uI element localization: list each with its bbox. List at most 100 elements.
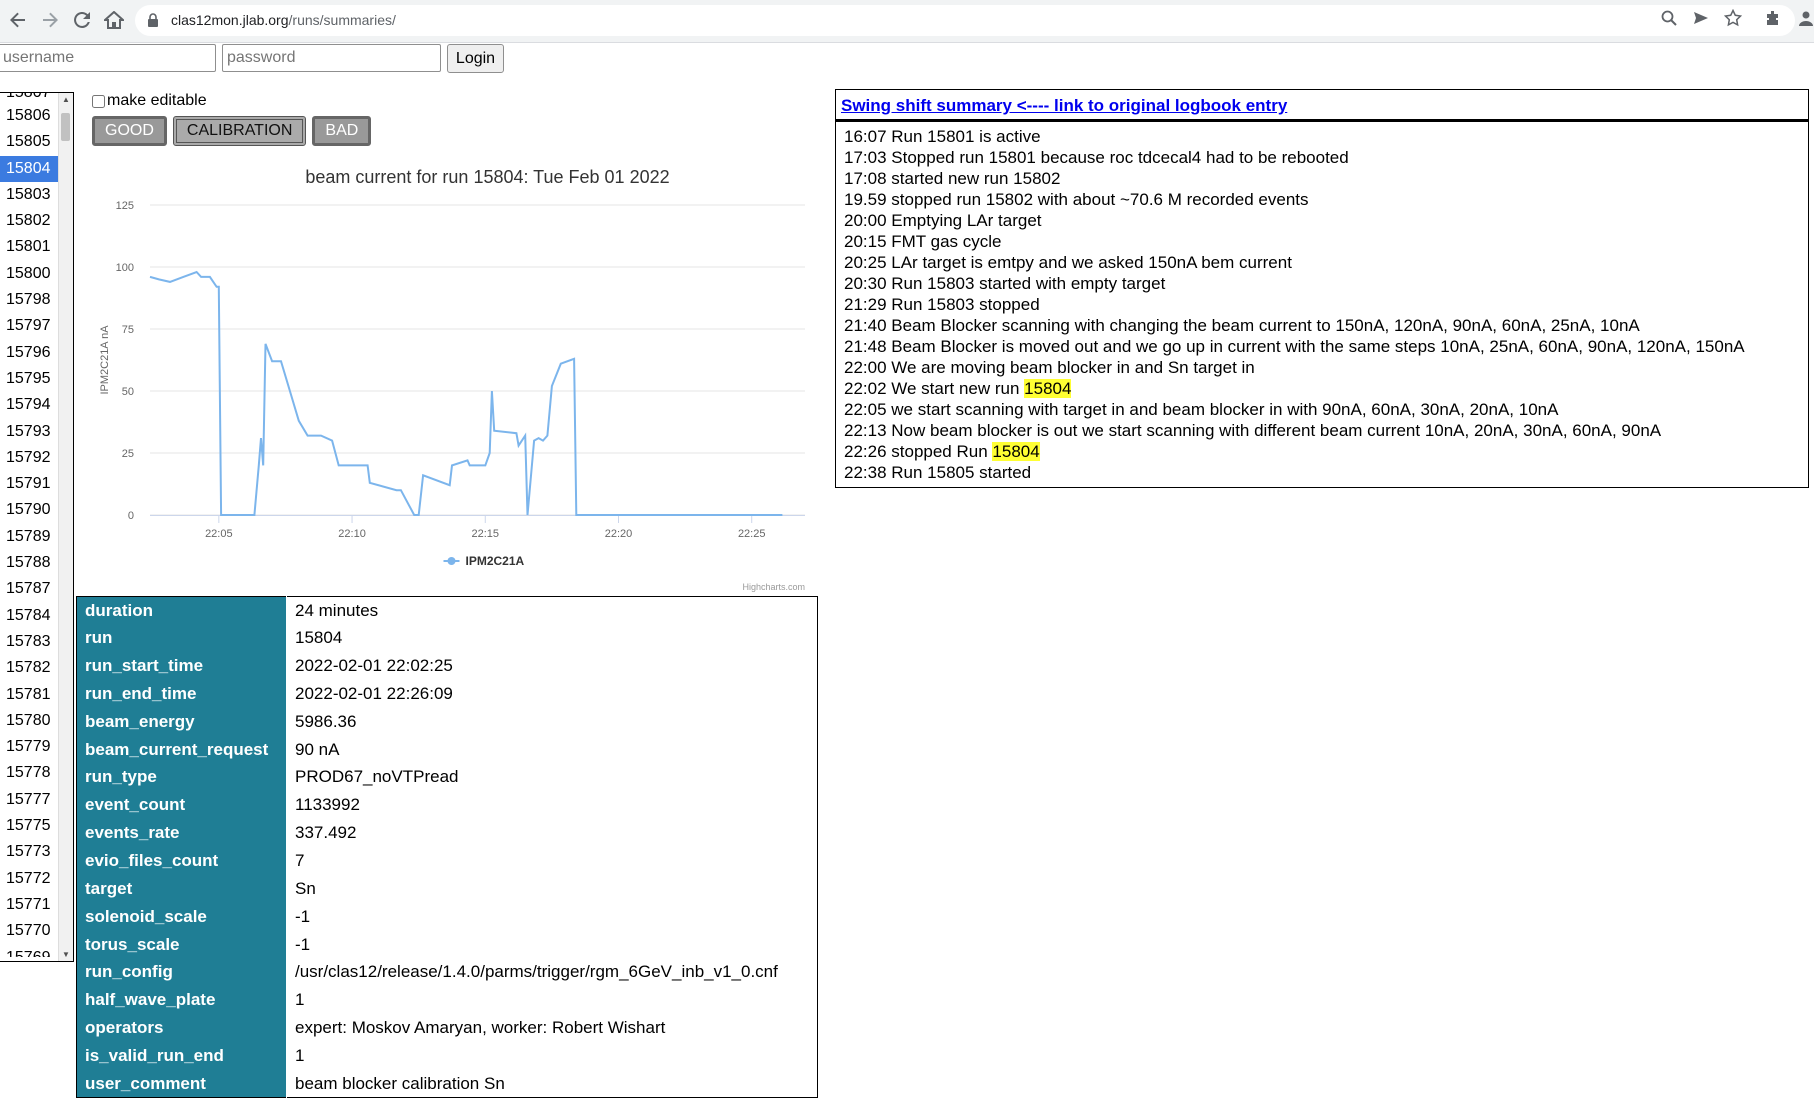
summary-value: 1 [286, 1042, 818, 1070]
bookmark-star-icon[interactable] [1723, 8, 1743, 28]
shift-log-text: 20:30 Run 15803 started with empty targe… [844, 274, 1166, 293]
browser-toolbar: clas12mon.jlab.org/runs/summaries/ [0, 0, 1814, 43]
shift-log-line: 21:40 Beam Blocker scanning with changin… [844, 315, 1800, 336]
summary-value: 24 minutes [286, 596, 818, 625]
summary-value: 337.492 [286, 819, 818, 848]
address-bar[interactable]: clas12mon.jlab.org/runs/summaries/ [135, 5, 1795, 36]
summary-key: run [76, 624, 287, 653]
summary-value: PROD67_noVTPread [286, 763, 818, 792]
shift-log-text: 19.59 stopped run 15802 with about ~70.6… [844, 190, 1309, 209]
shift-log-line: 22:38 Run 15805 started [844, 462, 1800, 483]
summary-key: beam_energy [76, 707, 287, 736]
summary-row: run 15804 [76, 624, 818, 653]
calibration-button[interactable]: CALIBRATION [172, 116, 307, 146]
shift-log-line: 22:13 Now beam blocker is out we start s… [844, 420, 1800, 441]
shift-log-text: 22:38 Run 15805 started [844, 463, 1032, 482]
home-icon[interactable] [102, 8, 126, 32]
summary-row: event_count 1133992 [76, 791, 818, 820]
summary-key: run_start_time [76, 652, 287, 681]
shift-log-text: 16:07 Run 15801 is active [844, 127, 1041, 146]
summary-row: evio_files_count 7 [76, 847, 818, 875]
run-highlight: 15804 [992, 442, 1040, 461]
back-icon[interactable] [6, 8, 30, 32]
summary-value: -1 [286, 930, 818, 959]
summary-value: 1 [286, 986, 818, 1015]
url-text: clas12mon.jlab.org/runs/summaries/ [171, 12, 396, 28]
summary-key: operators [76, 1014, 287, 1042]
summary-row: half_wave_plate 1 [76, 986, 818, 1015]
zoom-icon[interactable] [1659, 8, 1679, 28]
chart-credits: Highcharts.com [742, 582, 805, 592]
summary-value: 1133992 [286, 791, 818, 820]
y-axis-label: IPM2C21A nA [99, 325, 111, 395]
username-input[interactable] [0, 44, 216, 72]
shift-summary-header: Swing shift summary <---- link to origin… [836, 90, 1808, 122]
shift-log-text: 22:00 We are moving beam blocker in and … [844, 358, 1255, 377]
shift-log-text: 17:08 started new run 15802 [844, 169, 1061, 188]
x-tick-label: 22:05 [205, 528, 233, 540]
run-list[interactable]: 15807 1580615805158041580315802158011580… [0, 92, 74, 962]
run-highlight: 15804 [1024, 379, 1072, 398]
chart-title: beam current for run 15804: Tue Feb 01 2… [305, 167, 669, 187]
x-tick-label: 22:15 [472, 528, 500, 540]
shift-log-text: 21:40 Beam Blocker scanning with changin… [844, 316, 1640, 335]
x-tick-label: 22:10 [338, 528, 366, 540]
shift-log-line: 22:02 We start new run 15804 [844, 378, 1800, 399]
summary-row: run_config/usr/clas12/release/1.4.0/parm… [76, 958, 818, 987]
summary-key: half_wave_plate [76, 986, 287, 1015]
extensions-icon[interactable] [1763, 8, 1783, 28]
summary-row: run_start_time 2022-02-01 22:02:25 [76, 652, 818, 681]
shift-log-line: 17:03 Stopped run 15801 because roc tdce… [844, 147, 1800, 168]
good-button[interactable]: GOOD [92, 116, 167, 146]
bad-button[interactable]: BAD [312, 116, 372, 146]
summary-row: run_end_time 2022-02-01 22:26:09 [76, 680, 818, 708]
summary-row: events_rate 337.492 [76, 819, 818, 848]
summary-key: event_count [76, 791, 287, 820]
summary-value: expert: Moskov Amaryan, worker: Robert W… [286, 1014, 818, 1042]
reload-icon[interactable] [70, 8, 94, 32]
logbook-link[interactable]: Swing shift summary <---- link to origin… [841, 96, 1287, 115]
login-button[interactable]: Login [447, 44, 504, 73]
summary-value: 15804 [286, 624, 818, 653]
scroll-down-icon[interactable]: ▼ [59, 950, 73, 959]
summary-row: is_valid_run_end 1 [76, 1042, 818, 1070]
lock-icon [147, 13, 159, 32]
scroll-up-icon[interactable]: ▲ [59, 95, 73, 104]
summary-value: 2022-02-01 22:02:25 [286, 652, 818, 681]
quality-buttons: GOOD CALIBRATION BAD [92, 116, 372, 146]
summary-value: 90 nA [286, 735, 818, 764]
summary-key: run_config [76, 958, 287, 987]
summary-row: beam_current_request 90 nA [76, 735, 818, 764]
make-editable-toggle[interactable]: make editable [92, 92, 207, 110]
y-tick-label: 50 [122, 386, 134, 398]
summary-key: beam_current_request [76, 735, 287, 764]
summary-row: solenoid_scale -1 [76, 902, 818, 931]
y-tick-label: 125 [116, 200, 134, 212]
make-editable-checkbox[interactable] [92, 94, 105, 108]
shift-log-text: 20:00 Emptying LAr target [844, 211, 1042, 230]
scroll-thumb[interactable] [61, 113, 70, 141]
y-tick-label: 0 [128, 510, 134, 522]
shift-log-line: 20:30 Run 15803 started with empty targe… [844, 273, 1800, 294]
run-list-scrollbar[interactable]: ▲ ▼ [58, 93, 73, 961]
summary-value: 5986.36 [286, 707, 818, 736]
x-tick-label: 22:20 [605, 528, 633, 540]
forward-icon[interactable] [38, 8, 62, 32]
password-input[interactable] [222, 44, 441, 72]
run-summary-table: duration 24 minutes run 15804 run_start_time… [76, 596, 818, 1099]
shift-log-text: 22:02 We start new run [844, 379, 1025, 398]
summary-key: torus_scale [76, 930, 287, 959]
shift-log-text: 21:48 Beam Blocker is moved out and we g… [844, 337, 1745, 356]
summary-value: 2022-02-01 22:26:09 [286, 680, 818, 708]
summary-key: events_rate [76, 819, 287, 848]
summary-key: run_type [76, 763, 287, 792]
shift-summary-panel: Swing shift summary <---- link to origin… [835, 89, 1809, 488]
summary-key: solenoid_scale [76, 902, 287, 931]
send-icon[interactable] [1691, 8, 1711, 28]
profile-icon[interactable] [1796, 8, 1814, 28]
summary-key: is_valid_run_end [76, 1042, 287, 1070]
summary-key: user_comment [76, 1069, 287, 1098]
make-editable-label: make editable [107, 92, 207, 109]
summary-value: 7 [286, 847, 818, 875]
shift-log-text: 20:25 LAr target is emtpy and we asked 1… [844, 253, 1292, 272]
